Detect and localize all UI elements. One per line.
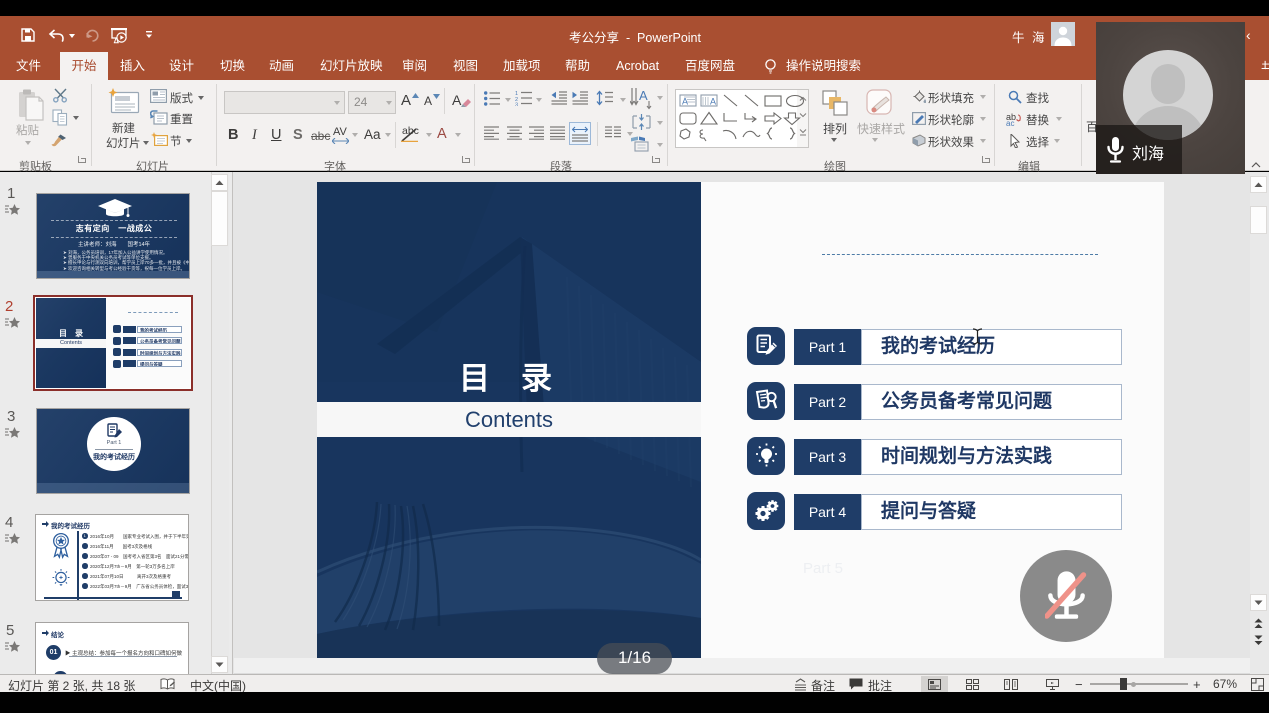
svg-text:A: A [682,97,688,107]
svg-text:A: A [710,97,716,107]
svg-text:3: 3 [515,103,518,107]
svg-text:A: A [639,88,648,103]
svg-text:ac: ac [1006,119,1014,126]
